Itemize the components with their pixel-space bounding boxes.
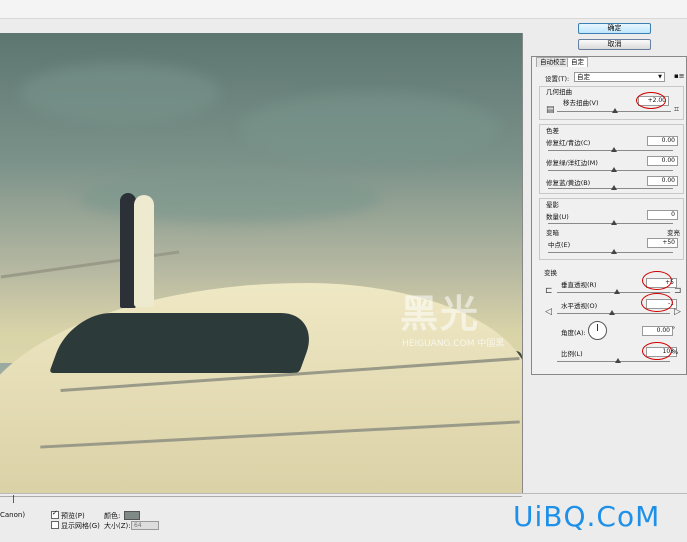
preview-checkbox[interactable]: 预览(P): [51, 509, 85, 521]
vignette-title: 晕影: [546, 201, 559, 209]
zoom-marker[interactable]: |: [12, 494, 15, 503]
green-magenta-field[interactable]: 0.00: [647, 156, 678, 166]
vertical-perspective-left-icon: ⊏: [545, 286, 553, 296]
angle-unit: °: [672, 325, 676, 333]
green-magenta-label: 修复绿/洋红边(M): [546, 159, 598, 167]
slider-thumb[interactable]: [612, 108, 618, 113]
zoom-track[interactable]: [0, 496, 522, 497]
lighten-label: 变亮: [667, 229, 680, 237]
blue-yellow-field[interactable]: 0.00: [647, 176, 678, 186]
highlight-circle: [641, 293, 673, 312]
cancel-button[interactable]: 取消: [578, 39, 651, 50]
scale-label: 比例(L): [561, 350, 583, 358]
tab-custom[interactable]: 自定: [567, 57, 588, 67]
slider-thumb[interactable]: [611, 147, 617, 152]
checkbox-checked-icon: [51, 509, 59, 519]
chevron-down-icon: ▼: [658, 74, 662, 80]
color-label: 颜色:: [104, 512, 121, 520]
scale-unit: %: [672, 348, 679, 356]
scale-slider[interactable]: [557, 361, 670, 362]
highlight-circle: [642, 342, 672, 360]
amount-field[interactable]: 0: [647, 210, 678, 220]
angle-dial[interactable]: [588, 321, 607, 340]
slider-thumb[interactable]: [614, 289, 620, 294]
transform-title: 变换: [544, 269, 557, 277]
preview-label: 预览(P): [61, 512, 85, 520]
menu-icon[interactable]: ▪≡: [674, 72, 685, 80]
amount-label: 数量(U): [546, 213, 569, 221]
camera-info: Canon): [0, 511, 26, 519]
red-cyan-field[interactable]: 0.00: [647, 136, 678, 146]
midpoint-label: 中点(E): [548, 241, 571, 249]
size-label: 大小(Z):: [104, 522, 131, 530]
slider-thumb[interactable]: [611, 220, 617, 225]
size-field[interactable]: 64: [131, 521, 159, 530]
cloud: [20, 63, 220, 123]
image-preview[interactable]: 黑光 HEIGUANG.COM 中国黑: [0, 33, 523, 493]
geometric-title: 几何扭曲: [546, 88, 572, 96]
pincushion-icon: ▤: [546, 105, 555, 115]
angle-field[interactable]: 0.00: [642, 326, 673, 336]
settings-dropdown[interactable]: 自定 ▼: [574, 72, 665, 82]
window-top-strip: [0, 0, 687, 19]
highlight-circle: [636, 92, 666, 109]
settings-label: 设置(T):: [545, 75, 570, 83]
barrel-icon: ⌗: [674, 105, 680, 115]
highlight-circle: [642, 271, 672, 290]
ok-button[interactable]: 确定: [578, 23, 651, 34]
vertical-perspective-right-icon: ⊐: [674, 286, 682, 296]
checkbox-icon: [51, 521, 59, 529]
slider-thumb[interactable]: [609, 310, 615, 315]
red-cyan-label: 修复红/青边(C): [546, 139, 591, 147]
slider-thumb[interactable]: [611, 167, 617, 172]
horizontal-perspective-label: 水平透视(O): [561, 302, 598, 310]
midpoint-field[interactable]: +50: [647, 238, 678, 248]
watermark-logo: 黑光: [400, 292, 481, 336]
slider-thumb[interactable]: [611, 185, 617, 190]
horizontal-perspective-left-icon: ◁: [545, 307, 552, 317]
brand-watermark: UiBQ.CoM: [513, 500, 661, 533]
blue-yellow-label: 修复蓝/黄边(B): [546, 179, 591, 187]
darken-label: 变暗: [546, 229, 559, 237]
grid-label: 显示网格(G): [61, 522, 100, 530]
slider-thumb[interactable]: [611, 249, 617, 254]
couple: [120, 193, 160, 313]
cloud: [240, 93, 500, 163]
grid-checkbox[interactable]: 显示网格(G): [51, 521, 100, 531]
horizontal-perspective-right-icon: ▷: [674, 307, 681, 317]
tab-auto-correction[interactable]: 自动校正: [536, 57, 570, 67]
remove-distortion-label: 移去扭曲(V): [563, 99, 599, 107]
watermark-text: HEIGUANG.COM 中国黑: [402, 339, 505, 349]
chromatic-title: 色差: [546, 127, 559, 135]
vertical-perspective-label: 垂直透视(R): [561, 281, 597, 289]
slider-thumb[interactable]: [615, 358, 621, 363]
settings-value: 自定: [577, 73, 590, 81]
yacht-window: [49, 313, 321, 373]
grid-color-swatch[interactable]: [124, 511, 140, 520]
angle-label: 角度(A):: [561, 329, 586, 337]
